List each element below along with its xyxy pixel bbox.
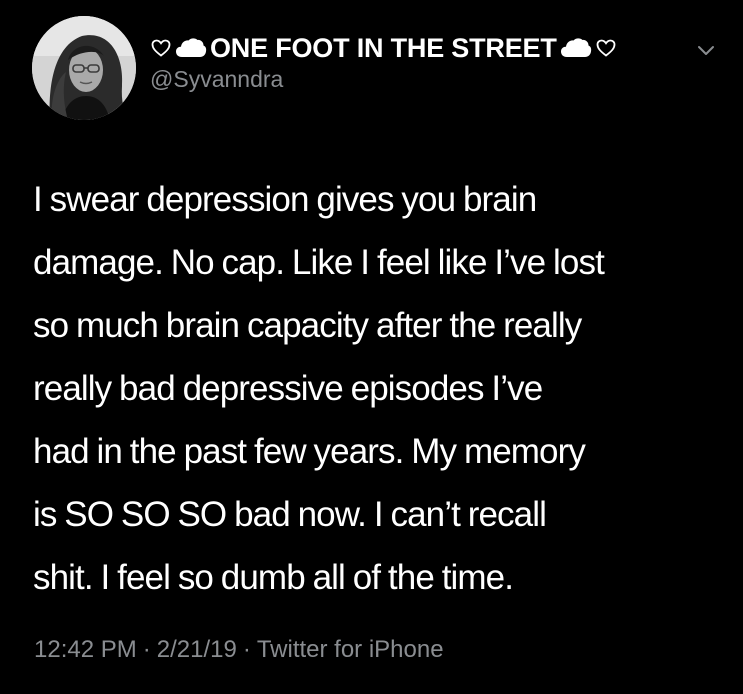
tweet-text-line: so much brain capacity after the really bbox=[33, 306, 582, 345]
white-heart-icon bbox=[595, 33, 617, 63]
tweet-source[interactable]: Twitter for iPhone bbox=[257, 636, 444, 663]
profile-photo-icon bbox=[32, 16, 136, 120]
tweet-text-line: shit. I feel so dumb all of the time. bbox=[33, 558, 514, 597]
tweet-text-line: really bad depressive episodes I’ve bbox=[33, 369, 543, 408]
tweet-text-line: had in the past few years. My memory bbox=[33, 432, 586, 471]
display-name[interactable]: ONE FOOT IN THE STREET bbox=[210, 33, 557, 64]
tweet-text-line: damage. No cap. Like I feel like I’ve lo… bbox=[33, 243, 605, 282]
tweet-card: ONE FOOT IN THE STREET @Syvanndra I swea… bbox=[0, 0, 743, 694]
cloud-icon bbox=[174, 33, 208, 63]
tweet-meta: 12:42 PM · 2/21/19 · Twitter for iPhone bbox=[34, 636, 444, 664]
tweet-time[interactable]: 12:42 PM bbox=[34, 636, 137, 663]
user-handle[interactable]: @Syvanndra bbox=[150, 66, 710, 93]
name-row: ONE FOOT IN THE STREET bbox=[150, 32, 710, 64]
meta-separator: · bbox=[242, 636, 251, 663]
cloud-icon bbox=[559, 33, 593, 63]
tweet-date[interactable]: 2/21/19 bbox=[157, 636, 237, 663]
meta-separator: · bbox=[142, 636, 151, 663]
avatar[interactable] bbox=[32, 16, 136, 120]
tweet-text-line: I swear depression gives you brain bbox=[33, 180, 537, 219]
tweet-text-line: is SO SO SO bad now. I can’t recall bbox=[33, 495, 547, 534]
chevron-down-icon[interactable] bbox=[694, 40, 718, 60]
tweet-header: ONE FOOT IN THE STREET @Syvanndra bbox=[150, 32, 714, 93]
tweet-text: I swear depression gives you brain damag… bbox=[33, 168, 733, 609]
white-heart-icon bbox=[150, 33, 172, 63]
